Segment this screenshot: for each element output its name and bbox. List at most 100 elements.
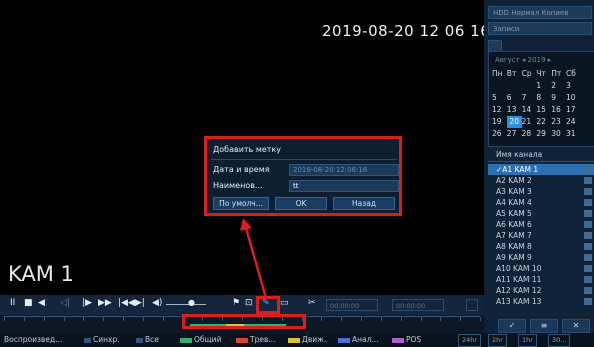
channel-item[interactable]: A6 KAM 6: [488, 219, 594, 230]
calendar-day[interactable]: 5: [492, 92, 507, 104]
channel-label: A8 KAM 8: [496, 242, 532, 251]
save-clip-icon[interactable]: [466, 299, 478, 311]
channel-item[interactable]: ✓A1 KAM 1: [488, 164, 594, 175]
cut-button[interactable]: ✕: [562, 319, 590, 333]
calendar-day[interactable]: 10: [566, 92, 581, 104]
zoom-2hr[interactable]: 2hr: [488, 334, 507, 347]
clip-start-time[interactable]: 00:00:00: [326, 299, 378, 311]
channel-label: A5 KAM 5: [496, 209, 532, 218]
channel-item[interactable]: A3 KAM 3: [488, 186, 594, 197]
zoom-30min[interactable]: 30...: [548, 334, 571, 347]
channel-type-icon: [584, 276, 592, 283]
clip-end-time[interactable]: 00:00:00: [392, 299, 444, 311]
calendar-day[interactable]: 15: [536, 104, 551, 116]
storage-select[interactable]: HDD Нормал Копиев: [488, 6, 592, 19]
name-label: Наименов...: [213, 181, 263, 190]
calendar-day[interactable]: 29: [536, 128, 551, 140]
calendar-day[interactable]: 1: [536, 80, 551, 92]
playback-mode-label[interactable]: Воспроизвед...: [4, 335, 62, 344]
filter-general[interactable]: Общий: [180, 335, 221, 344]
back-button[interactable]: Назад: [333, 197, 395, 210]
calendar-day[interactable]: 22: [536, 116, 551, 128]
calendar-day[interactable]: 16: [551, 104, 566, 116]
calendar-day[interactable]: 26: [492, 128, 507, 140]
snapshot-icon[interactable]: ⚑: [232, 298, 240, 308]
volume-knob-icon[interactable]: ●: [188, 298, 195, 307]
ok-button[interactable]: OK: [275, 197, 327, 210]
step-forward-icon[interactable]: |▶: [82, 298, 92, 308]
date-time-label: Дата и время: [213, 165, 270, 174]
step-back-icon[interactable]: ◁|: [60, 298, 70, 308]
calendar-day[interactable]: 6: [507, 92, 522, 104]
channel-item[interactable]: A11 KAM 11: [488, 274, 594, 285]
calendar-day[interactable]: 30: [551, 128, 566, 140]
channel-label: A4 KAM 4: [496, 198, 532, 207]
fast-forward-icon[interactable]: ▶▶: [98, 298, 112, 308]
calendar-day[interactable]: 7: [522, 92, 537, 104]
calendar-day[interactable]: 19: [492, 116, 507, 128]
filter-pos[interactable]: POS: [392, 335, 421, 344]
sync-toggle[interactable]: Синхр.: [84, 335, 120, 344]
channel-type-icon: [584, 232, 592, 239]
timeline-tick: [43, 317, 45, 321]
channel-item[interactable]: A13 KAM 13: [488, 296, 594, 307]
channel-item[interactable]: A10 KAM 10: [488, 263, 594, 274]
frame-step-icon[interactable]: |◀◀▶|: [118, 298, 145, 308]
channel-type-icon: [584, 199, 592, 206]
filter-all[interactable]: Все: [136, 335, 159, 344]
calendar-day[interactable]: 27: [507, 128, 522, 140]
channel-label: A3 KAM 3: [496, 187, 532, 196]
record-type-select[interactable]: Записи: [488, 22, 592, 35]
zoom-24hr[interactable]: 24hr: [458, 334, 482, 347]
play-backward-icon[interactable]: ◀: [38, 298, 45, 308]
channel-item[interactable]: A7 KAM 7: [488, 230, 594, 241]
timeline-tick: [361, 317, 362, 321]
camera-icon[interactable]: ⊡: [245, 298, 253, 308]
calendar-day[interactable]: 20: [506, 116, 522, 128]
channel-item[interactable]: A8 KAM 8: [488, 241, 594, 252]
calendar-month[interactable]: Август ◂ 2019 ▸: [495, 56, 551, 64]
pos-label: POS: [406, 335, 422, 344]
channel-type-icon: [584, 243, 592, 250]
calendar-day[interactable]: 14: [522, 104, 537, 116]
filter-motion[interactable]: Движ.: [288, 335, 326, 344]
calendar-day[interactable]: 13: [507, 104, 522, 116]
calendar-day[interactable]: 17: [566, 104, 581, 116]
calendar-day[interactable]: 3: [566, 80, 581, 92]
channel-type-icon: [584, 265, 592, 272]
sync-checkbox[interactable]: [84, 337, 91, 343]
volume-icon[interactable]: ◀): [152, 298, 162, 308]
calendar-week-row: 12 13 14 15 16 17: [492, 104, 594, 116]
channel-item[interactable]: A5 KAM 5: [488, 208, 594, 219]
channel-item[interactable]: A9 KAM 9: [488, 252, 594, 263]
pause-icon[interactable]: II: [10, 298, 15, 308]
confirm-button[interactable]: ✓: [498, 319, 526, 333]
calendar-day[interactable]: 28: [522, 128, 537, 140]
filter-analytics[interactable]: Анал...: [338, 335, 379, 344]
calendar-day[interactable]: 21: [522, 116, 537, 128]
zoom-1hr[interactable]: 1hr: [518, 334, 537, 347]
channel-item[interactable]: A2 KAM 2: [488, 175, 594, 186]
clip-icon[interactable]: ✂: [308, 298, 316, 308]
channel-item[interactable]: A4 KAM 4: [488, 197, 594, 208]
default-button[interactable]: По умолч...: [213, 197, 269, 210]
channel-label: A13 KAM 13: [496, 297, 542, 306]
list-button[interactable]: ≡: [530, 319, 558, 333]
stop-icon[interactable]: ■: [24, 298, 33, 308]
channel-label: A12 KAM 12: [496, 286, 542, 295]
calendar-day[interactable]: 8: [536, 92, 551, 104]
tag-list-icon[interactable]: ▭: [280, 298, 289, 308]
calendar-day[interactable]: 24: [566, 116, 581, 128]
calendar-day[interactable]: 31: [566, 128, 581, 140]
name-input[interactable]: tt: [289, 180, 399, 192]
calendar-day[interactable]: 2: [551, 80, 566, 92]
filter-alarm[interactable]: Трев...: [236, 335, 276, 344]
channel-item[interactable]: A12 KAM 12: [488, 285, 594, 296]
channel-list: Имя канала ✓A1 KAM 1 A2 KAM 2 A3 KAM 3 A4 K…: [488, 150, 594, 308]
channel-type-icon: [584, 177, 592, 184]
calendar-day[interactable]: 9: [551, 92, 566, 104]
volume-slider[interactable]: [166, 304, 206, 305]
calendar-day[interactable]: 12: [492, 104, 507, 116]
calendar-day[interactable]: 23: [551, 116, 566, 128]
all-checkbox[interactable]: [136, 337, 143, 343]
